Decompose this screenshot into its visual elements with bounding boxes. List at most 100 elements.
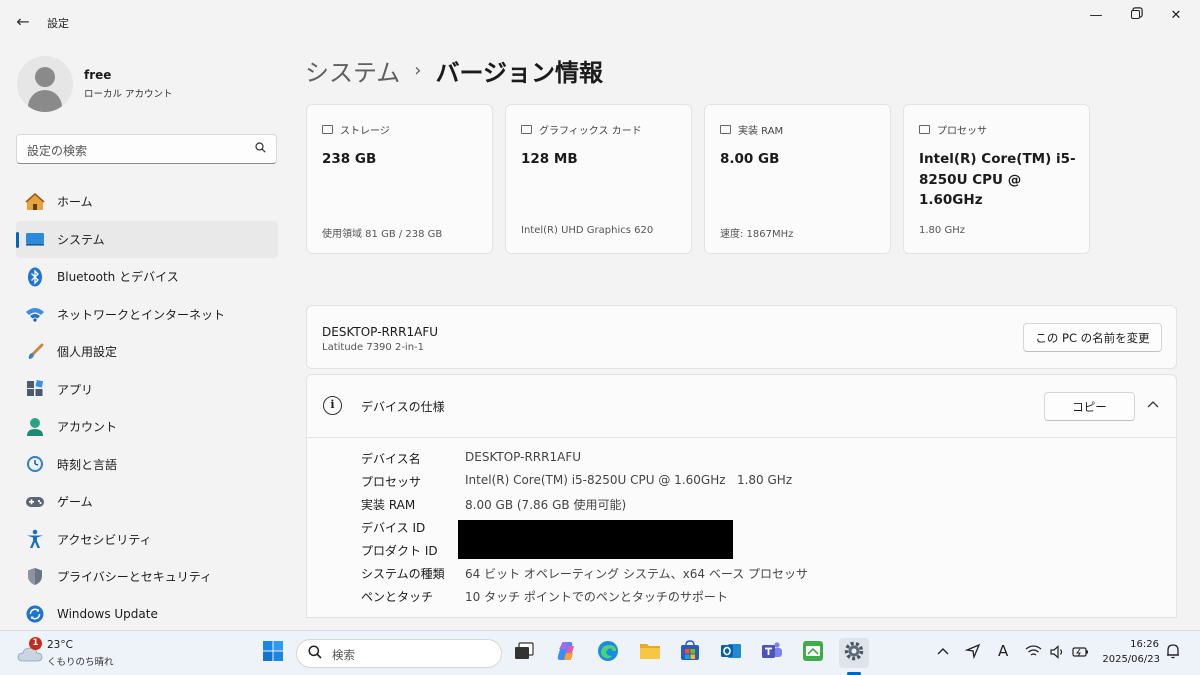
- minimize-button[interactable]: —: [1076, 6, 1116, 26]
- restore-icon: [1130, 10, 1140, 19]
- start-button[interactable]: [258, 638, 288, 668]
- settings-icon: [843, 640, 865, 666]
- sidebar-item-network[interactable]: ネットワークとインターネット: [16, 296, 278, 334]
- account-type: ローカル アカウント: [84, 89, 173, 100]
- taskbar-search-input[interactable]: 検索: [296, 639, 502, 668]
- edge-button[interactable]: [593, 638, 623, 668]
- avatar[interactable]: [17, 56, 73, 112]
- gpu-icon: [521, 125, 532, 134]
- app-title: 設定: [47, 17, 69, 30]
- home-icon: [25, 192, 45, 212]
- ime-icon[interactable]: A: [998, 642, 1008, 660]
- copilot-button[interactable]: [551, 638, 581, 668]
- card-subtext: Intel(R) UHD Graphics 620: [521, 225, 654, 236]
- card-title: プロセッサ: [919, 122, 987, 137]
- sidebar-item-label: Windows Update: [57, 607, 158, 622]
- copy-button[interactable]: コピー: [1044, 392, 1135, 421]
- system-icon: [25, 229, 45, 249]
- weather-temperature[interactable]: 23°C: [47, 639, 73, 651]
- spec-value: 64 ビット オペレーティング システム、x64 ベース プロセッサ: [465, 567, 809, 581]
- spec-key: プロダクト ID: [361, 544, 438, 558]
- store-button[interactable]: [675, 638, 705, 668]
- clock-globe-icon: [25, 454, 45, 474]
- page-title: バージョン情報: [435, 58, 604, 87]
- clock-time[interactable]: 16:26: [1103, 639, 1159, 650]
- ram-card[interactable]: 実装 RAM 8.00 GB 速度: 1867MHz: [704, 104, 891, 254]
- user-name: free: [84, 68, 112, 82]
- close-icon: ✕: [1170, 8, 1182, 23]
- sidebar-item-time-language[interactable]: 時刻と言語: [16, 446, 278, 484]
- device-model: Latitude 7390 2-in-1: [322, 342, 425, 353]
- avatar-body-shape: [28, 90, 62, 112]
- app-button[interactable]: [798, 638, 828, 668]
- chevron-up-icon[interactable]: [1147, 397, 1159, 411]
- spec-key: プロセッサ: [361, 475, 422, 489]
- sidebar-item-accounts[interactable]: アカウント: [16, 408, 278, 446]
- card-value: 238 GB: [322, 151, 377, 167]
- wifi-icon[interactable]: [1025, 644, 1042, 662]
- graphics-card[interactable]: グラフィックス カード 128 MB Intel(R) UHD Graphics…: [505, 104, 692, 254]
- breadcrumb: システム › バージョン情報: [305, 52, 603, 88]
- task-view-button[interactable]: [509, 638, 539, 668]
- sidebar-item-privacy[interactable]: プライバシーとセキュリティ: [16, 558, 278, 596]
- windows-start-icon: [262, 640, 284, 666]
- breadcrumb-parent[interactable]: システム: [305, 53, 400, 88]
- sidebar-item-personalization[interactable]: 個人用設定: [16, 333, 278, 371]
- bluetooth-icon: [25, 267, 45, 287]
- sidebar-item-gaming[interactable]: ゲーム: [16, 483, 278, 521]
- speaker-icon[interactable]: [1050, 645, 1067, 663]
- restore-button[interactable]: [1115, 6, 1155, 26]
- app-icon: [802, 640, 824, 666]
- chevron-up-icon[interactable]: [937, 644, 949, 659]
- location-icon[interactable]: [964, 643, 981, 663]
- sidebar-item-home[interactable]: ホーム: [16, 183, 278, 221]
- search-icon: [308, 645, 322, 663]
- sidebar-item-accessibility[interactable]: アクセシビリティ: [16, 521, 278, 559]
- file-explorer-icon: [639, 641, 661, 665]
- sidebar-item-apps[interactable]: アプリ: [16, 371, 278, 409]
- teams-button[interactable]: [757, 638, 787, 668]
- close-button[interactable]: ✕: [1156, 6, 1196, 26]
- spec-value: DESKTOP-RRR1AFU: [465, 450, 581, 464]
- spec-value: 8.00 GB (7.86 GB 使用可能): [465, 498, 627, 512]
- card-title-label: ストレージ: [340, 126, 390, 137]
- card-subtext: 速度: 1867MHz: [720, 229, 794, 240]
- sidebar-nav: ホーム システム Bluetooth とデバイス ネットワークとインターネット …: [16, 183, 278, 633]
- search-placeholder: 設定の検索: [27, 144, 88, 158]
- card-title: 実装 RAM: [720, 122, 783, 137]
- account-icon: [25, 417, 45, 437]
- sidebar-item-label: 時刻と言語: [57, 457, 118, 472]
- file-explorer-button[interactable]: [635, 638, 665, 668]
- device-specs-header[interactable]: i デバイスの仕様 コピー: [307, 375, 1176, 438]
- spec-key: デバイス名: [361, 452, 421, 466]
- store-icon: [679, 640, 701, 666]
- weather-condition[interactable]: くもりのち晴れ: [47, 654, 114, 668]
- card-subtext: 1.80 GHz: [919, 225, 965, 236]
- sidebar-item-bluetooth[interactable]: Bluetooth とデバイス: [16, 258, 278, 296]
- settings-search-input[interactable]: 設定の検索: [16, 134, 277, 164]
- rename-pc-button[interactable]: この PC の名前を変更: [1023, 323, 1162, 352]
- sidebar-item-windows-update[interactable]: Windows Update: [16, 596, 278, 634]
- spec-value: Intel(R) Core(TM) i5-8250U CPU @ 1.60GHz…: [465, 473, 793, 487]
- shield-icon: [25, 567, 45, 587]
- redacted-ids-block: [458, 520, 733, 559]
- spec-key: 実装 RAM: [361, 498, 416, 512]
- spec-value: 10 タッチ ポイントでのペンとタッチのサポート: [465, 590, 728, 604]
- outlook-button[interactable]: [716, 638, 746, 668]
- sidebar-item-label: アプリ: [57, 382, 94, 397]
- search-icon: [255, 142, 266, 156]
- sidebar-item-label: プライバシーとセキュリティ: [57, 570, 213, 585]
- clock-date[interactable]: 2025/06/23: [1100, 654, 1160, 665]
- ram-icon: [720, 125, 731, 134]
- cpu-icon: [919, 125, 930, 134]
- card-title-label: グラフィックス カード: [539, 126, 642, 137]
- card-subtext: 使用領域 81 GB / 238 GB: [322, 229, 443, 240]
- notification-bell-icon[interactable]: [1166, 643, 1180, 663]
- sidebar-item-label: アカウント: [57, 420, 118, 435]
- settings-app-button[interactable]: [839, 638, 869, 668]
- processor-card[interactable]: プロセッサ Intel(R) Core(TM) i5-8250U CPU @ 1…: [903, 104, 1090, 254]
- storage-card[interactable]: ストレージ 238 GB 使用領域 81 GB / 238 GB: [306, 104, 493, 254]
- battery-icon[interactable]: [1072, 646, 1089, 662]
- sidebar-item-system[interactable]: システム: [16, 220, 278, 258]
- back-button[interactable]: ←: [12, 12, 34, 34]
